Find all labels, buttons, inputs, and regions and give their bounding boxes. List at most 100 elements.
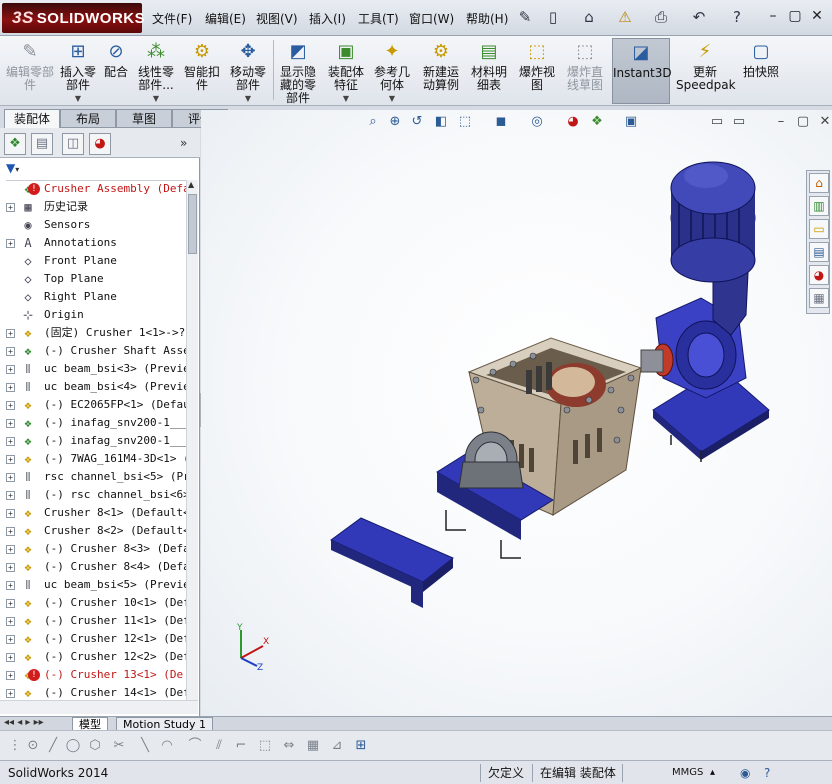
tab-sketch[interactable]: 草图 <box>116 109 172 128</box>
tree-item[interactable]: + ▦ 历史记录 <box>0 198 186 216</box>
new-motion-study-button[interactable]: ⚙ 新建运动算例 <box>418 38 464 104</box>
expand-toggle-icon[interactable]: + <box>6 581 15 590</box>
tree-item[interactable]: + ❖ (-) Crusher 8<3> (Defaul <box>0 540 186 558</box>
graphics-area[interactable]: Y X Z <box>201 110 832 716</box>
display-style-icon[interactable]: ◼ <box>492 112 510 132</box>
menu-window[interactable]: 窗口(W) <box>409 10 454 27</box>
zoom-to-area-icon[interactable]: ⊕ <box>386 112 404 132</box>
tree-item[interactable]: + ❖ (-) Crusher 12<2> (Defa <box>0 648 186 666</box>
expand-toggle-icon[interactable]: + <box>6 437 15 446</box>
rebuild-icon[interactable]: ◉ <box>736 764 754 782</box>
tree-item[interactable]: + ❖ (-) Crusher Shaft Assem <box>0 342 186 360</box>
smart-fasteners-button[interactable]: ⚙ 智能扣件 <box>180 38 224 104</box>
corner-icon[interactable]: ⌐ <box>232 737 250 755</box>
menu-tools[interactable]: 工具(T) <box>358 10 399 27</box>
expand-toggle-icon[interactable]: + <box>6 689 15 698</box>
feature-manager-tab-icon[interactable]: ❖ <box>4 133 26 155</box>
expand-toggle-icon[interactable]: + <box>6 455 15 464</box>
minimize-icon[interactable]: – <box>764 6 782 26</box>
centerline-icon[interactable]: ╲ <box>136 737 154 755</box>
expand-toggle-icon[interactable]: + <box>6 491 15 500</box>
tab-motion-study[interactable]: Motion Study 1 <box>116 717 214 731</box>
hatch-icon[interactable]: ▦ <box>304 737 322 755</box>
tab-assembly[interactable]: 装配体 <box>4 109 60 128</box>
tree-item[interactable]: ◇ Top Plane <box>0 270 186 288</box>
tree-item[interactable]: + ❖ Crusher 8<2> (Default<< <box>0 522 186 540</box>
mirror-icon[interactable]: ⊿ <box>328 737 346 755</box>
tree-vertical-scrollbar[interactable]: ▲ <box>186 180 198 700</box>
chevron-up-icon[interactable]: ▴ <box>706 764 719 782</box>
view-close-icon[interactable]: ✕ <box>816 112 832 132</box>
expand-toggle-icon[interactable]: + <box>6 509 15 518</box>
reference-geometry-button[interactable]: ✦ 参考几何体 ▼ <box>370 38 414 104</box>
expand-toggle-icon[interactable]: + <box>6 473 15 482</box>
line-icon[interactable]: ╱ <box>44 737 62 755</box>
trim-icon[interactable]: ✂ <box>110 737 128 755</box>
expand-toggle-icon[interactable]: + <box>6 617 15 626</box>
linear-pattern-button[interactable]: ⁂ 线性零部件... ▼ <box>134 38 178 104</box>
open-folder-icon[interactable]: ⌂ <box>580 8 598 26</box>
scroll-thumb[interactable] <box>188 194 197 254</box>
menu-edit[interactable]: 编辑(E) <box>205 10 246 27</box>
rectangle-icon[interactable]: ⬚ <box>256 737 274 755</box>
tree-item[interactable]: + ❖ (-) inafag_snv200-1___20 <box>0 432 186 450</box>
tree-item[interactable]: + Ⅱuc beam_bsi<3> (Preview <box>0 360 186 378</box>
expand-toggle-icon[interactable]: + <box>6 383 15 392</box>
restore-icon[interactable]: ▢ <box>786 6 804 26</box>
tree-item[interactable]: + Ⅱuc beam_bsi<4> (Preview <box>0 378 186 396</box>
update-speedpak-button[interactable]: ⚡ 更新Speedpak <box>676 38 736 104</box>
display-manager-tab-icon[interactable]: ◕ <box>89 133 111 155</box>
tree-item[interactable]: + ❖ (-) Crusher 8<4> (Defaul <box>0 558 186 576</box>
status-units[interactable]: MMGS <box>668 764 707 782</box>
tree-item[interactable]: ◇ Front Plane <box>0 252 186 270</box>
polygon-icon[interactable]: ⬡ <box>86 737 104 755</box>
offset-icon[interactable]: ⫽ <box>210 737 228 755</box>
tree-item[interactable]: + ❖ (固定) Crusher 1<1>->? <box>0 324 186 342</box>
view-orientation-icon[interactable]: ⬚ <box>456 112 474 132</box>
menu-view[interactable]: 视图(V) <box>256 10 298 27</box>
expand-toggle-icon[interactable]: + <box>6 347 15 356</box>
quick-tips-icon[interactable]: ? <box>760 764 774 782</box>
appearances-icon[interactable]: ◕ <box>809 265 829 285</box>
tree-item[interactable]: +❖!(-) Crusher 13<1> (De <box>0 666 186 684</box>
insert-component-button[interactable]: ⊞ 插入零部件 ▼ <box>56 38 100 104</box>
section-view-icon[interactable]: ◧ <box>432 112 450 132</box>
help-icon[interactable]: ? <box>728 8 746 26</box>
chevron-down-icon[interactable]: ▼ <box>370 92 414 105</box>
tab-model[interactable]: 模型 <box>72 717 108 731</box>
configuration-manager-tab-icon[interactable]: ◫ <box>62 133 84 155</box>
expand-toggle-icon[interactable]: + <box>6 239 15 248</box>
chevron-down-icon[interactable]: ▼ <box>56 92 100 105</box>
take-snapshot-button[interactable]: ▢ 拍快照 <box>738 38 784 104</box>
tree-item[interactable]: + Ⅱrsc channel_bsi<5> (Prev <box>0 468 186 486</box>
warning-icon[interactable]: ⚠ <box>616 8 634 26</box>
chevron-down-icon[interactable]: ▼ <box>134 92 178 105</box>
exploded-view-button[interactable]: ⬚ 爆炸视图 <box>514 38 560 104</box>
tree-item[interactable]: + ❖ (-) Crusher 10<1> (Defa <box>0 594 186 612</box>
tree-item[interactable]: + ❖ (-) Crusher 12<1> (Defa <box>0 630 186 648</box>
expand-toggle-icon[interactable]: + <box>6 365 15 374</box>
circle-icon[interactable]: ◯ <box>64 737 82 755</box>
close-icon[interactable]: ✕ <box>808 6 826 26</box>
scroll-up-icon[interactable]: ▲ <box>188 180 194 189</box>
tab-nav-arrows-icon[interactable]: ◂◂ ◂ ▸ ▸▸ <box>4 717 44 728</box>
arc-icon[interactable]: ◠ <box>158 737 176 755</box>
tree-item[interactable]: + A Annotations <box>0 234 186 252</box>
tree-item[interactable]: + Ⅱ (-) rsc channel_bsi<6> <box>0 486 186 504</box>
instant3d-button[interactable]: ◪ Instant3D <box>612 38 672 104</box>
tree-item[interactable]: ❖!Crusher Assembly (Defau <box>0 180 186 198</box>
explode-line-sketch-button[interactable]: ⬚ 爆炸直线草图 <box>562 38 608 104</box>
expand-toggle-icon[interactable]: + <box>6 419 15 428</box>
chevron-down-icon[interactable]: ▼ <box>226 92 270 105</box>
edit-component-button[interactable]: ✎ 编辑零部件 <box>4 38 56 104</box>
expand-panel-icon[interactable]: » <box>180 136 187 150</box>
smart-dimension-icon[interactable]: ⇔ <box>280 737 298 755</box>
tree-item[interactable]: ◉ Sensors <box>0 216 186 234</box>
menu-insert[interactable]: 插入(I) <box>309 10 346 27</box>
expand-toggle-icon[interactable]: + <box>6 401 15 410</box>
chevron-down-icon[interactable]: ▼ <box>324 92 368 105</box>
hide-show-items-icon[interactable]: ◎ <box>528 112 546 132</box>
fillet-icon[interactable]: ⌒ <box>186 737 204 755</box>
design-library-icon[interactable]: ▥ <box>809 196 829 216</box>
expand-toggle-icon[interactable]: + <box>6 599 15 608</box>
